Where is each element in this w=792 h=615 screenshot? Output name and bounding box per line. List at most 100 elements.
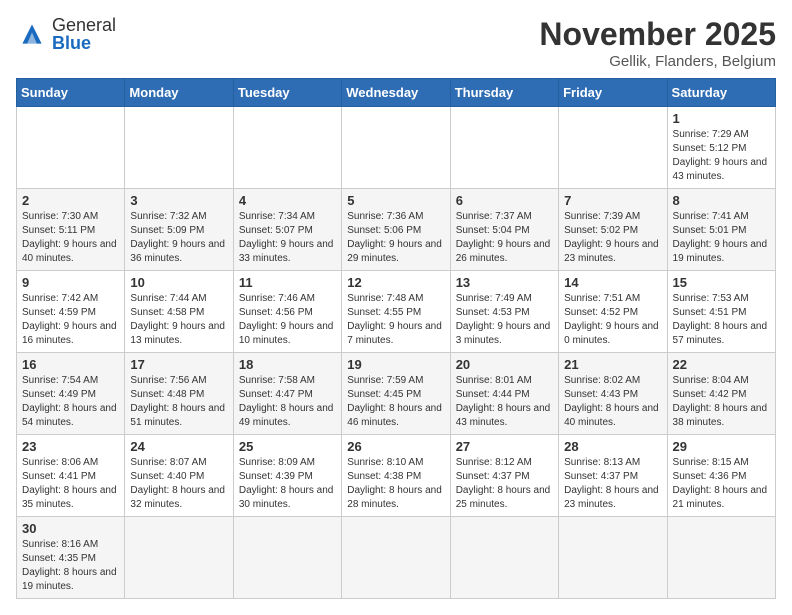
calendar-cell: 30 Sunrise: 8:16 AM Sunset: 4:35 PM Dayli… <box>17 517 125 599</box>
day-number: 14 <box>564 275 661 290</box>
calendar-cell: 10Sunrise: 7:44 AM Sunset: 4:58 PM Dayli… <box>125 271 233 353</box>
calendar-cell <box>559 517 667 599</box>
calendar-cell: 8 Sunrise: 7:41 AM Sunset: 5:01 PM Daylig… <box>667 189 775 271</box>
day-number: 1 <box>673 111 770 126</box>
calendar-cell: 12 Sunrise: 7:48 AM Sunset: 4:55 PM Dayli… <box>342 271 450 353</box>
calendar-cell: 23 Sunrise: 8:06 AM Sunset: 4:41 PM Dayli… <box>17 435 125 517</box>
day-number: 30 <box>22 521 119 536</box>
logo-blue: Blue <box>52 33 91 53</box>
weekday-header-sunday: Sunday <box>17 79 125 107</box>
day-number: 3 <box>130 193 227 208</box>
calendar-cell: 18Sunrise: 7:58 AM Sunset: 4:47 PM Dayli… <box>233 353 341 435</box>
weekday-header-wednesday: Wednesday <box>342 79 450 107</box>
calendar-cell <box>342 107 450 189</box>
day-info: Sunrise: 7:37 AM Sunset: 5:04 PM Dayligh… <box>456 210 553 266</box>
day-info: Sunrise: 7:48 AM Sunset: 4:55 PM Dayligh… <box>347 292 444 348</box>
day-info: Sunrise: 7:46 AM Sunset: 4:56 PM Dayligh… <box>239 292 336 348</box>
calendar-cell: 25Sunrise: 8:09 AM Sunset: 4:39 PM Dayli… <box>233 435 341 517</box>
day-info: Sunrise: 7:49 AM Sunset: 4:53 PM Dayligh… <box>456 292 553 348</box>
calendar-cell: 11 Sunrise: 7:46 AM Sunset: 4:56 PM Dayli… <box>233 271 341 353</box>
calendar-cell: 28Sunrise: 8:13 AM Sunset: 4:37 PM Dayli… <box>559 435 667 517</box>
calendar-cell: 3 Sunrise: 7:32 AM Sunset: 5:09 PM Daylig… <box>125 189 233 271</box>
calendar-week-row: 2 Sunrise: 7:30 AM Sunset: 5:11 PM Daylig… <box>17 189 776 271</box>
day-info: Sunrise: 7:41 AM Sunset: 5:01 PM Dayligh… <box>673 210 770 266</box>
calendar-cell: 13 Sunrise: 7:49 AM Sunset: 4:53 PM Dayli… <box>450 271 558 353</box>
calendar-cell: 29 Sunrise: 8:15 AM Sunset: 4:36 PM Dayli… <box>667 435 775 517</box>
location-subtitle: Gellik, Flanders, Belgium <box>539 53 776 70</box>
day-info: Sunrise: 7:30 AM Sunset: 5:11 PM Dayligh… <box>22 210 119 266</box>
day-info: Sunrise: 7:36 AM Sunset: 5:06 PM Dayligh… <box>347 210 444 266</box>
calendar-cell: 19 Sunrise: 7:59 AM Sunset: 4:45 PM Dayli… <box>342 353 450 435</box>
calendar-cell <box>559 107 667 189</box>
day-number: 25 <box>239 439 336 454</box>
day-info: Sunrise: 8:15 AM Sunset: 4:36 PM Dayligh… <box>673 456 770 512</box>
month-title: November 2025 <box>539 16 776 53</box>
calendar-cell: 22 Sunrise: 8:04 AM Sunset: 4:42 PM Dayli… <box>667 353 775 435</box>
calendar-cell <box>17 107 125 189</box>
day-number: 19 <box>347 357 444 372</box>
calendar-cell: 15Sunrise: 7:53 AM Sunset: 4:51 PM Dayli… <box>667 271 775 353</box>
weekday-header-saturday: Saturday <box>667 79 775 107</box>
day-number: 21 <box>564 357 661 372</box>
day-number: 23 <box>22 439 119 454</box>
page-header: General Blue November 2025 Gellik, Fland… <box>16 16 776 70</box>
calendar-cell: 14 Sunrise: 7:51 AM Sunset: 4:52 PM Dayli… <box>559 271 667 353</box>
calendar-cell <box>450 517 558 599</box>
day-number: 2 <box>22 193 119 208</box>
day-info: Sunrise: 8:12 AM Sunset: 4:37 PM Dayligh… <box>456 456 553 512</box>
day-number: 29 <box>673 439 770 454</box>
calendar-week-row: 23 Sunrise: 8:06 AM Sunset: 4:41 PM Dayli… <box>17 435 776 517</box>
day-info: Sunrise: 7:32 AM Sunset: 5:09 PM Dayligh… <box>130 210 227 266</box>
day-info: Sunrise: 7:56 AM Sunset: 4:48 PM Dayligh… <box>130 374 227 430</box>
calendar-cell <box>667 517 775 599</box>
day-number: 22 <box>673 357 770 372</box>
calendar-cell: 16 Sunrise: 7:54 AM Sunset: 4:49 PM Dayli… <box>17 353 125 435</box>
day-number: 27 <box>456 439 553 454</box>
day-number: 5 <box>347 193 444 208</box>
day-info: Sunrise: 7:51 AM Sunset: 4:52 PM Dayligh… <box>564 292 661 348</box>
day-info: Sunrise: 8:06 AM Sunset: 4:41 PM Dayligh… <box>22 456 119 512</box>
day-info: Sunrise: 8:02 AM Sunset: 4:43 PM Dayligh… <box>564 374 661 430</box>
day-info: Sunrise: 8:16 AM Sunset: 4:35 PM Dayligh… <box>22 538 119 594</box>
day-info: Sunrise: 8:07 AM Sunset: 4:40 PM Dayligh… <box>130 456 227 512</box>
day-number: 18 <box>239 357 336 372</box>
day-info: Sunrise: 8:01 AM Sunset: 4:44 PM Dayligh… <box>456 374 553 430</box>
day-number: 13 <box>456 275 553 290</box>
calendar-cell: 24Sunrise: 8:07 AM Sunset: 4:40 PM Dayli… <box>125 435 233 517</box>
day-number: 28 <box>564 439 661 454</box>
day-info: Sunrise: 8:04 AM Sunset: 4:42 PM Dayligh… <box>673 374 770 430</box>
calendar-cell <box>125 517 233 599</box>
day-number: 26 <box>347 439 444 454</box>
day-info: Sunrise: 7:44 AM Sunset: 4:58 PM Dayligh… <box>130 292 227 348</box>
calendar-cell <box>342 517 450 599</box>
day-number: 16 <box>22 357 119 372</box>
day-number: 4 <box>239 193 336 208</box>
logo: General Blue <box>16 16 116 52</box>
calendar-cell <box>450 107 558 189</box>
logo-general: General <box>52 15 116 35</box>
logo-text: General Blue <box>52 16 116 52</box>
title-block: November 2025 Gellik, Flanders, Belgium <box>539 16 776 70</box>
day-info: Sunrise: 8:10 AM Sunset: 4:38 PM Dayligh… <box>347 456 444 512</box>
weekday-header-monday: Monday <box>125 79 233 107</box>
calendar-cell: 27 Sunrise: 8:12 AM Sunset: 4:37 PM Dayli… <box>450 435 558 517</box>
calendar-cell <box>233 107 341 189</box>
calendar-week-row: 30 Sunrise: 8:16 AM Sunset: 4:35 PM Dayli… <box>17 517 776 599</box>
calendar-week-row: 16 Sunrise: 7:54 AM Sunset: 4:49 PM Dayli… <box>17 353 776 435</box>
day-number: 12 <box>347 275 444 290</box>
day-number: 11 <box>239 275 336 290</box>
calendar-table: SundayMondayTuesdayWednesdayThursdayFrid… <box>16 78 776 599</box>
day-number: 9 <box>22 275 119 290</box>
calendar-week-row: 9Sunrise: 7:42 AM Sunset: 4:59 PM Daylig… <box>17 271 776 353</box>
day-number: 6 <box>456 193 553 208</box>
day-info: Sunrise: 7:39 AM Sunset: 5:02 PM Dayligh… <box>564 210 661 266</box>
day-number: 8 <box>673 193 770 208</box>
calendar-cell: 17 Sunrise: 7:56 AM Sunset: 4:48 PM Dayli… <box>125 353 233 435</box>
calendar-cell <box>125 107 233 189</box>
day-number: 15 <box>673 275 770 290</box>
logo-icon <box>16 18 48 50</box>
calendar-cell: 5 Sunrise: 7:36 AM Sunset: 5:06 PM Daylig… <box>342 189 450 271</box>
day-info: Sunrise: 7:59 AM Sunset: 4:45 PM Dayligh… <box>347 374 444 430</box>
day-number: 17 <box>130 357 227 372</box>
day-info: Sunrise: 7:54 AM Sunset: 4:49 PM Dayligh… <box>22 374 119 430</box>
